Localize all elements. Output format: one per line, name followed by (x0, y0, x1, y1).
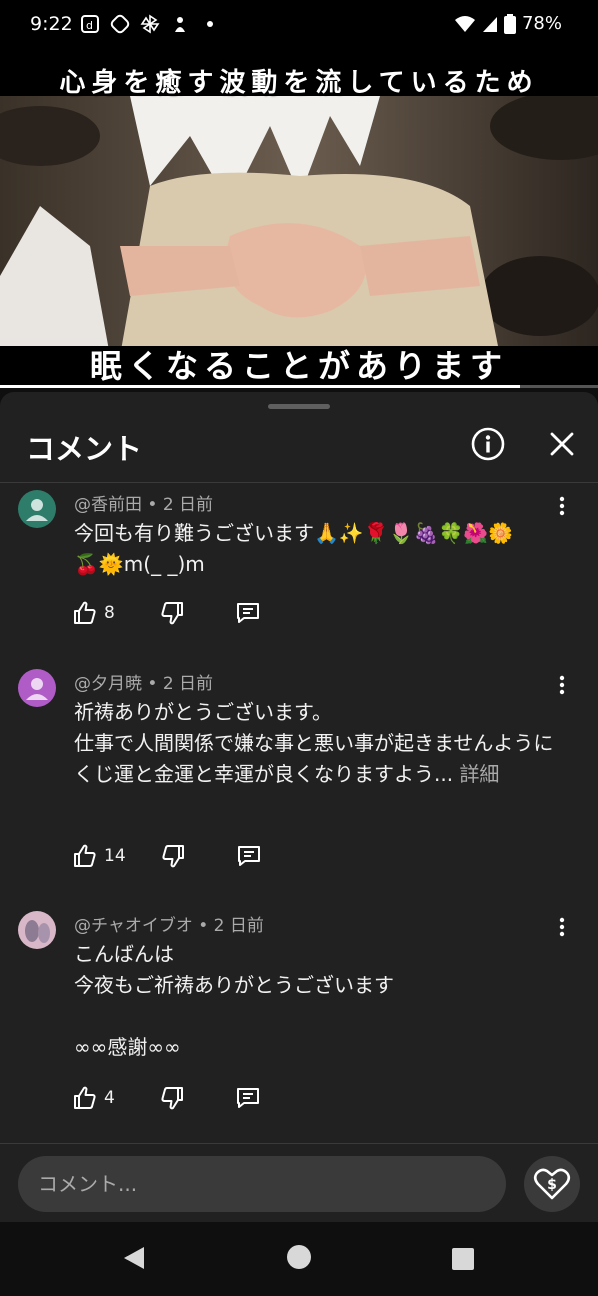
comment-composer: $ (0, 1143, 598, 1223)
super-thanks-button[interactable]: $ (524, 1156, 580, 1212)
comment-text: こんばんは 今夜もご祈祷ありがとうございます ∞∞感謝∞∞ (74, 939, 554, 1063)
reply-button[interactable] (236, 843, 262, 869)
like-count: 8 (104, 603, 115, 623)
video-frame (0, 96, 598, 388)
info-icon[interactable] (470, 426, 506, 462)
panel-title: コメント (26, 432, 143, 466)
status-time: 9:22 (30, 13, 73, 35)
svg-text:d: d (86, 19, 93, 32)
like-count: 4 (104, 1088, 115, 1108)
video-caption-bottom: 眠くなることがあります (0, 346, 598, 388)
more-options-icon[interactable] (550, 494, 574, 518)
system-nav-bar (0, 1222, 598, 1296)
like-button[interactable]: 8 (72, 600, 115, 626)
signal-icon (482, 16, 497, 32)
comment-input[interactable] (18, 1156, 506, 1212)
more-options-icon[interactable] (550, 915, 574, 939)
thumbs-up-icon (74, 601, 96, 624)
comment-meta: @夕月暁 • 2 日前 (74, 674, 214, 694)
recents-nav-icon[interactable] (452, 1248, 474, 1270)
avatar[interactable] (18, 490, 56, 528)
header-divider (0, 482, 598, 483)
thumbs-up-icon (74, 1086, 96, 1109)
more-options-icon[interactable] (550, 673, 574, 697)
thumbs-down-icon (161, 1087, 183, 1110)
close-icon[interactable] (544, 426, 580, 462)
app-icon-1 (110, 14, 130, 34)
heart-dollar-icon: $ (533, 1168, 571, 1200)
comment-text: 祈祷ありがとうございます。 仕事で人間関係で嫌な事と悪い事が起きませんように く… (74, 697, 554, 790)
video-progress-fill (0, 385, 521, 388)
comment-actions: 8 (72, 598, 261, 628)
battery-percent: 78% (521, 13, 562, 34)
reply-icon (237, 846, 260, 866)
svg-text:$: $ (547, 1177, 557, 1193)
comment-body: こんばんは 今夜もご祈祷ありがとうございます ∞∞感謝∞∞ (74, 942, 394, 1059)
avatar-photo-icon (18, 911, 56, 949)
avatar[interactable] (18, 911, 56, 949)
dot-icon (207, 21, 213, 27)
thumbs-up-icon (74, 844, 96, 867)
comment-actions: 4 (72, 1083, 261, 1113)
drag-handle[interactable] (268, 404, 330, 409)
video-player[interactable]: 心身を癒す波動を流しているため 眠くなることがあります (0, 52, 598, 388)
status-bar: 9:22 d 78% (0, 0, 598, 52)
like-button[interactable]: 4 (72, 1085, 115, 1111)
reply-icon (236, 1088, 259, 1108)
video-progress-bar[interactable] (0, 385, 598, 388)
like-button[interactable]: 14 (72, 843, 126, 869)
status-notification-icons: d (80, 14, 220, 34)
battery-icon (503, 13, 516, 34)
comment-actions: 14 (72, 841, 262, 871)
comments-panel: コメント @香前田 • 2 日前 今回も有り難うございます🙏✨🌹🌷🍇🍀🌺🌼 🍒🌞… (0, 392, 598, 1222)
comment-text: 今回も有り難うございます🙏✨🌹🌷🍇🍀🌺🌼 🍒🌞m(_ _)m (74, 518, 554, 580)
read-more-link[interactable]: 詳細 (459, 762, 499, 786)
like-count: 14 (104, 846, 126, 866)
dislike-button[interactable] (160, 843, 186, 869)
reply-button[interactable] (235, 1085, 261, 1111)
comment-meta: @香前田 • 2 日前 (74, 495, 214, 515)
dislike-button[interactable] (159, 1085, 185, 1111)
notification-d-icon: d (81, 15, 99, 33)
comment-body: 今回も有り難うございます🙏✨🌹🌷🍇🍀🌺🌼 🍒🌞m(_ _)m (74, 521, 514, 576)
wifi-icon (454, 15, 475, 32)
reply-button[interactable] (235, 600, 261, 626)
app-icon-2 (175, 17, 185, 32)
pinwheel-icon (140, 14, 160, 34)
thumbs-down-icon (161, 602, 183, 625)
back-nav-icon[interactable] (120, 1244, 148, 1272)
avatar-default-icon (18, 669, 56, 707)
video-caption-top: 心身を癒す波動を流しているため (59, 68, 539, 98)
reply-icon (236, 603, 259, 623)
home-nav-icon[interactable] (286, 1244, 312, 1270)
comment-meta: @チャオイブオ • 2 日前 (74, 916, 264, 936)
avatar[interactable] (18, 669, 56, 707)
avatar-default-icon (18, 490, 56, 528)
thumbs-down-icon (162, 845, 184, 868)
dislike-button[interactable] (159, 600, 185, 626)
status-system-icons: 78% (454, 13, 562, 34)
